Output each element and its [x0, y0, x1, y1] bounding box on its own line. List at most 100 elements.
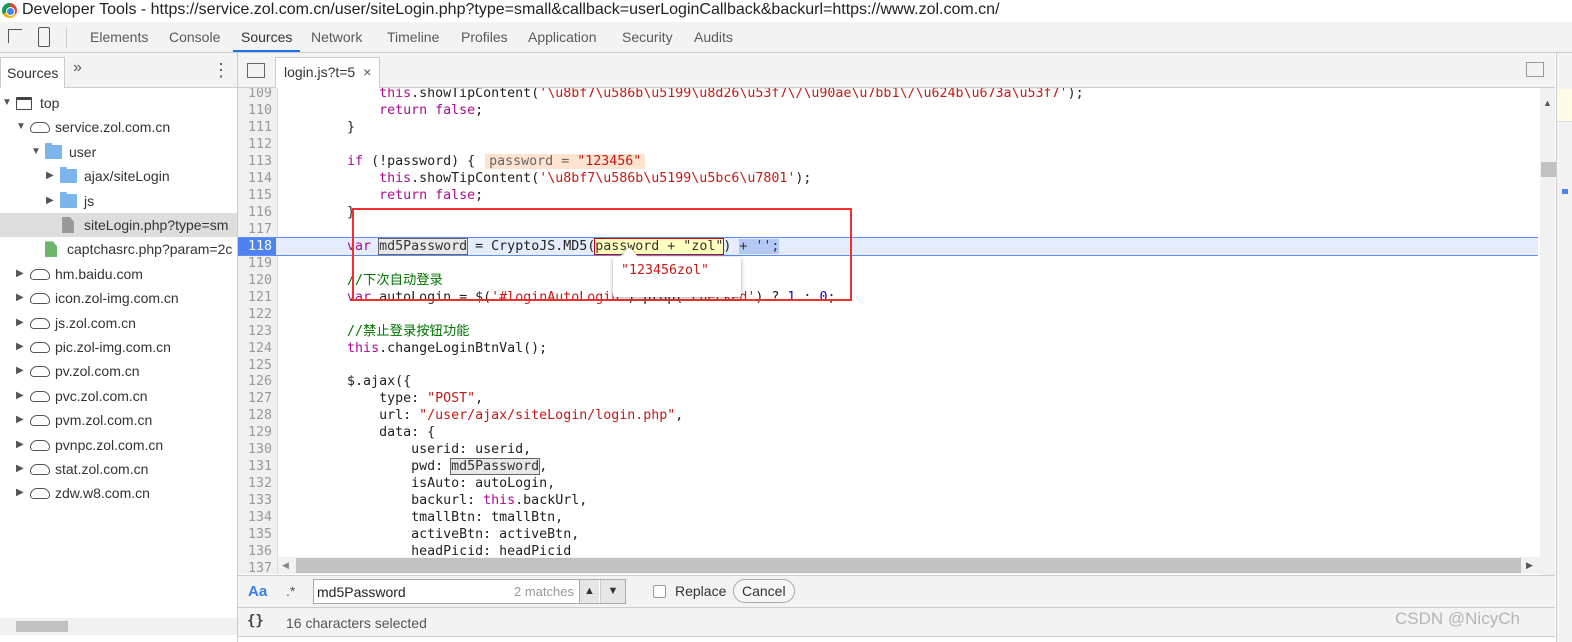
navigator-tab-sources[interactable]: Sources	[0, 57, 66, 88]
close-icon[interactable]: ×	[363, 64, 371, 80]
toggle-navigator-icon[interactable]	[247, 63, 265, 78]
line-number[interactable]: 115	[238, 187, 276, 204]
expanded-triangle-icon[interactable]: ▼	[16, 115, 26, 139]
replace-label[interactable]: Replace	[675, 583, 726, 599]
line-number[interactable]: 133	[238, 492, 276, 509]
tree-item[interactable]: ▼ user	[0, 140, 237, 164]
line-number[interactable]: 125	[238, 357, 276, 374]
line-number[interactable]: 112	[238, 136, 276, 153]
tree-item[interactable]: ▶ js	[0, 189, 237, 213]
line-number[interactable]: 135	[238, 526, 276, 543]
line-number[interactable]: 130	[238, 441, 276, 458]
file-tab-login-js[interactable]: login.js?t=5 ×	[275, 57, 381, 88]
tree-item[interactable]: ▶ pv.zol.com.cn	[0, 359, 237, 383]
tab-profiles[interactable]: Profiles	[453, 22, 516, 52]
tab-network[interactable]: Network	[303, 22, 370, 52]
tab-security[interactable]: Security	[614, 22, 681, 52]
line-number[interactable]: 110	[238, 102, 276, 119]
tree-item[interactable]: ▼ service.zol.com.cn	[0, 115, 237, 139]
tree-item[interactable]: ▶ js.zol.com.cn	[0, 311, 237, 335]
tree-item[interactable]: ▶ stat.zol.com.cn	[0, 457, 237, 481]
collapsed-triangle-icon[interactable]: ▶	[16, 311, 24, 335]
tree-item[interactable]: ▶ pvm.zol.com.cn	[0, 408, 237, 432]
line-number[interactable]: 117	[238, 221, 276, 238]
line-number[interactable]: 134	[238, 509, 276, 526]
line-number[interactable]: 131	[238, 458, 276, 475]
line-number[interactable]: 118	[238, 237, 276, 255]
tree-item[interactable]: ▼ top	[0, 91, 237, 115]
toggle-debugger-icon[interactable]	[1526, 62, 1544, 77]
line-number[interactable]: 128	[238, 407, 276, 424]
line-number[interactable]: 109	[238, 88, 276, 102]
collapsed-triangle-icon[interactable]: ▶	[16, 286, 24, 310]
vertical-scrollbar[interactable]: ▲	[1540, 88, 1556, 592]
tree-item[interactable]: ▶ icon.zol-img.com.cn	[0, 286, 237, 310]
tree-item[interactable]: ▶ hm.baidu.com	[0, 262, 237, 286]
previous-match-button[interactable]: ▲	[579, 580, 599, 603]
tree-item[interactable]: ▶ zdw.w8.com.cn	[0, 481, 237, 505]
tab-sources[interactable]: Sources	[233, 22, 301, 52]
collapsed-triangle-icon[interactable]: ▶	[16, 359, 24, 383]
collapsed-triangle-icon[interactable]: ▶	[16, 384, 24, 408]
line-number[interactable]: 136	[238, 543, 276, 560]
line-number[interactable]: 129	[238, 424, 276, 441]
pretty-print-button[interactable]: {}	[247, 613, 264, 629]
tree-item[interactable]: siteLogin.php?type=sm	[0, 213, 237, 237]
expanded-triangle-icon[interactable]: ▼	[31, 140, 41, 164]
horizontal-scrollbar[interactable]: ◀ ▶	[278, 557, 1540, 574]
collapsed-triangle-icon[interactable]: ▶	[46, 189, 54, 213]
chrome-icon	[2, 3, 17, 18]
tab-application[interactable]: Application	[520, 22, 605, 52]
line-number[interactable]: 126	[238, 373, 276, 390]
collapsed-triangle-icon[interactable]: ▶	[16, 262, 24, 286]
line-number[interactable]: 120	[238, 272, 276, 289]
menu-kebab-icon[interactable]: ⋮	[212, 61, 230, 79]
scrollbar-thumb[interactable]	[296, 558, 1521, 573]
tab-audits[interactable]: Audits	[686, 22, 741, 52]
collapsed-triangle-icon[interactable]: ▶	[16, 433, 24, 457]
tab-timeline[interactable]: Timeline	[379, 22, 447, 52]
line-number[interactable]: 124	[238, 340, 276, 357]
line-number[interactable]: 132	[238, 475, 276, 492]
collapsed-triangle-icon[interactable]: ▶	[16, 481, 24, 505]
collapsed-triangle-icon[interactable]: ▶	[16, 457, 24, 481]
cancel-button[interactable]: Cancel	[733, 579, 795, 603]
regex-button[interactable]: .*	[286, 583, 295, 599]
device-toolbar-icon[interactable]	[38, 27, 50, 47]
next-match-button[interactable]: ▼	[600, 580, 625, 603]
line-number[interactable]: 123	[238, 323, 276, 340]
scroll-up-icon[interactable]: ▲	[1543, 98, 1552, 108]
match-case-button[interactable]: Aa	[248, 583, 267, 600]
expanded-triangle-icon[interactable]: ▼	[2, 91, 12, 115]
tree-item[interactable]: ▶ ajax/siteLogin	[0, 164, 237, 188]
tab-console[interactable]: Console	[161, 22, 228, 52]
inspect-element-icon[interactable]	[8, 29, 22, 43]
scrollbar-thumb[interactable]	[1541, 162, 1556, 177]
line-number[interactable]: 111	[238, 119, 276, 136]
scrollbar-thumb[interactable]	[16, 621, 68, 632]
scroll-right-icon[interactable]: ▶	[1526, 560, 1533, 571]
line-number[interactable]: 114	[238, 170, 276, 187]
devtools-main-tabs: Elements Console Sources Network Timeline Pro…	[0, 22, 1572, 53]
line-number[interactable]: 113	[238, 153, 276, 170]
line-number[interactable]: 122	[238, 306, 276, 323]
code-area[interactable]: 109 this.showTipContent('\u8bf7\u586b\u5…	[238, 88, 1538, 574]
replace-checkbox[interactable]	[653, 585, 666, 598]
tree-item[interactable]: ▶ pic.zol-img.com.cn	[0, 335, 237, 359]
navigator-horizontal-scrollbar[interactable]	[0, 618, 237, 635]
line-number[interactable]: 116	[238, 204, 276, 221]
tree-item[interactable]: ▶ pvnpc.zol.com.cn	[0, 433, 237, 457]
line-number[interactable]: 121	[238, 289, 276, 306]
tree-item[interactable]: ▶ pvc.zol.com.cn	[0, 384, 237, 408]
line-number[interactable]: 127	[238, 390, 276, 407]
search-input[interactable]	[314, 580, 514, 603]
tree-item[interactable]: captchasrc.php?param=2c	[0, 237, 237, 261]
more-tabs-button[interactable]: »	[73, 59, 82, 77]
collapsed-triangle-icon[interactable]: ▶	[16, 408, 24, 432]
scroll-left-icon[interactable]: ◀	[282, 560, 289, 571]
tab-elements[interactable]: Elements	[82, 22, 156, 52]
line-number[interactable]: 119	[238, 255, 276, 272]
line-number[interactable]: 137	[238, 560, 276, 574]
collapsed-triangle-icon[interactable]: ▶	[16, 335, 24, 359]
collapsed-triangle-icon[interactable]: ▶	[46, 164, 54, 188]
